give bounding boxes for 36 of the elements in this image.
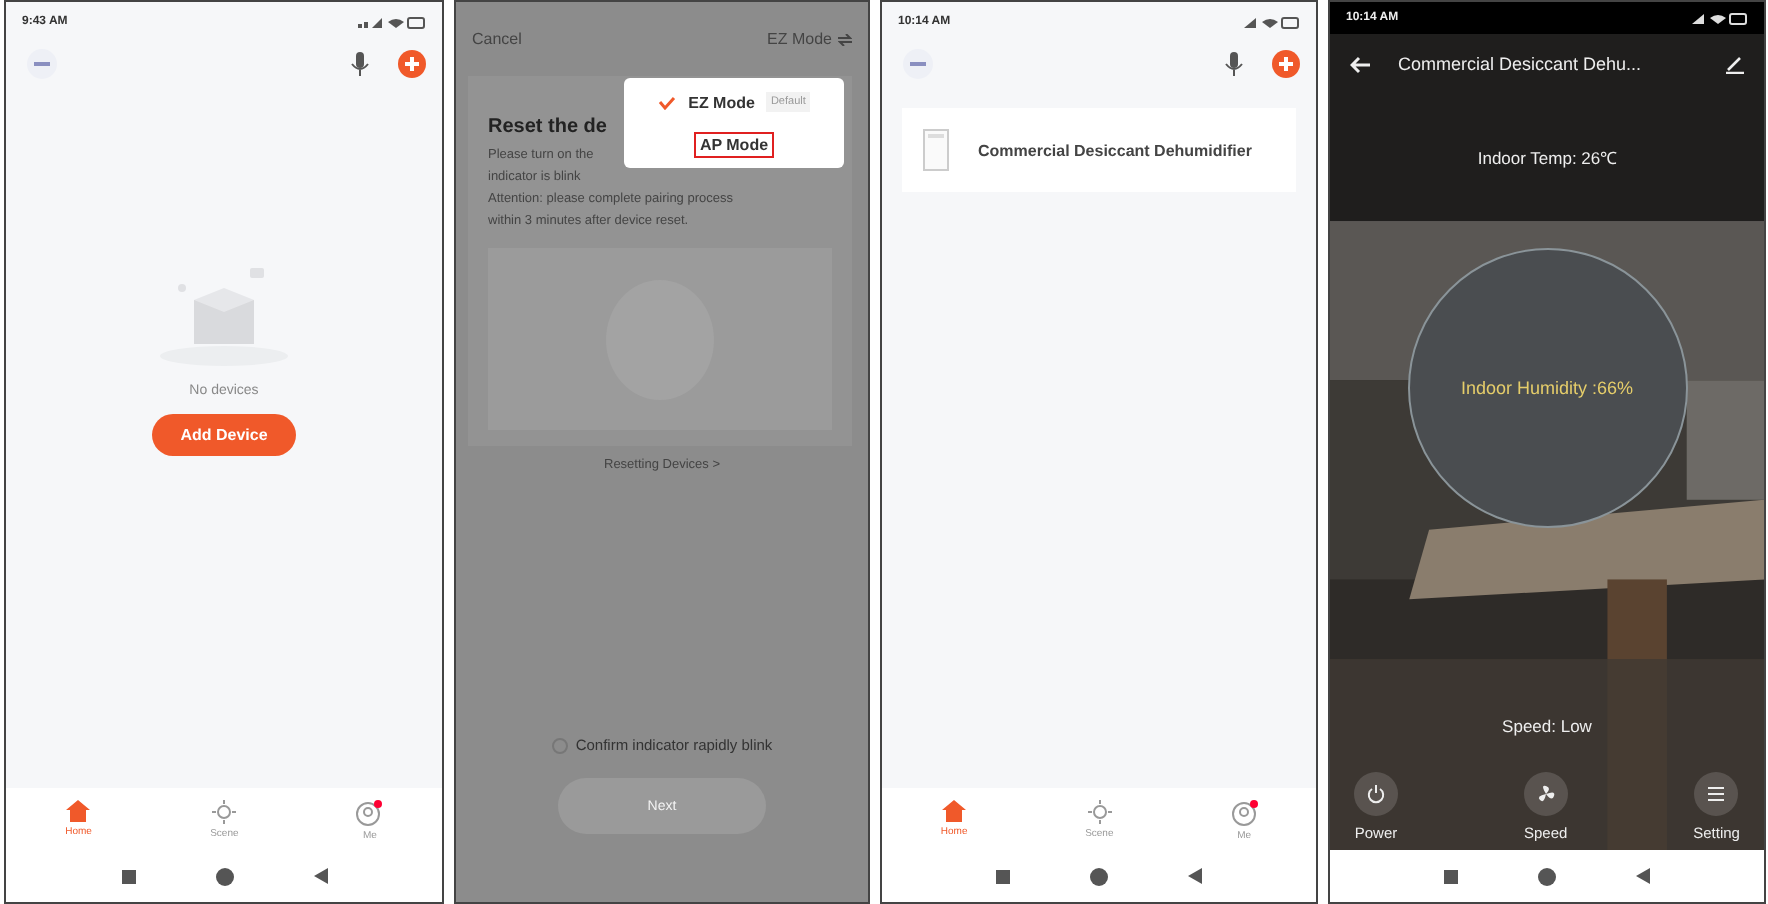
power-icon — [1366, 784, 1386, 804]
device-title: Commercial Desiccant Dehu... — [1398, 54, 1644, 74]
menu-icon — [1706, 786, 1727, 802]
swap-icon — [838, 33, 852, 45]
home-button-icon[interactable] — [1090, 867, 1108, 885]
back-icon[interactable] — [1636, 868, 1650, 884]
back-icon[interactable] — [1188, 868, 1202, 884]
device-card[interactable]: Commercial Desiccant Dehumidifier — [902, 108, 1296, 192]
add-icon[interactable] — [398, 50, 426, 78]
recent-apps-icon[interactable] — [121, 869, 135, 883]
indoor-temperature: Indoor Temp: 26℃ — [1477, 146, 1617, 168]
mode-switch-button[interactable]: EZ Mode — [767, 30, 852, 48]
home-logo-icon[interactable] — [902, 48, 934, 80]
cancel-link[interactable]: Cancel — [472, 30, 522, 48]
fan-speed: Speed: Low — [1502, 716, 1592, 736]
add-icon[interactable] — [1272, 50, 1300, 78]
recent-apps-icon[interactable] — [996, 869, 1010, 883]
add-device-button[interactable]: Add Device — [152, 414, 296, 456]
status-icons — [358, 15, 426, 29]
status-icons — [1244, 15, 1300, 29]
home-button-icon[interactable] — [215, 867, 233, 885]
status-icons — [1692, 11, 1748, 25]
home-logo-icon[interactable] — [26, 48, 58, 80]
microphone-icon[interactable] — [350, 50, 370, 78]
home-button-icon[interactable] — [1538, 867, 1556, 885]
checkmark-icon — [658, 95, 677, 109]
menu-item[interactable]: AP Mode — [695, 134, 773, 156]
recent-apps-icon[interactable] — [1444, 869, 1458, 883]
back-icon[interactable] — [313, 868, 327, 884]
fan-icon — [1535, 784, 1556, 804]
microphone-icon[interactable] — [1224, 50, 1244, 78]
reset-title: Reset the de — [488, 116, 607, 138]
back-arrow-icon[interactable] — [1350, 55, 1370, 73]
indoor-humidity: Indoor Humidity :66% — [1460, 378, 1634, 398]
dehumidifier-icon — [922, 128, 950, 172]
edit-icon[interactable] — [1726, 55, 1744, 73]
